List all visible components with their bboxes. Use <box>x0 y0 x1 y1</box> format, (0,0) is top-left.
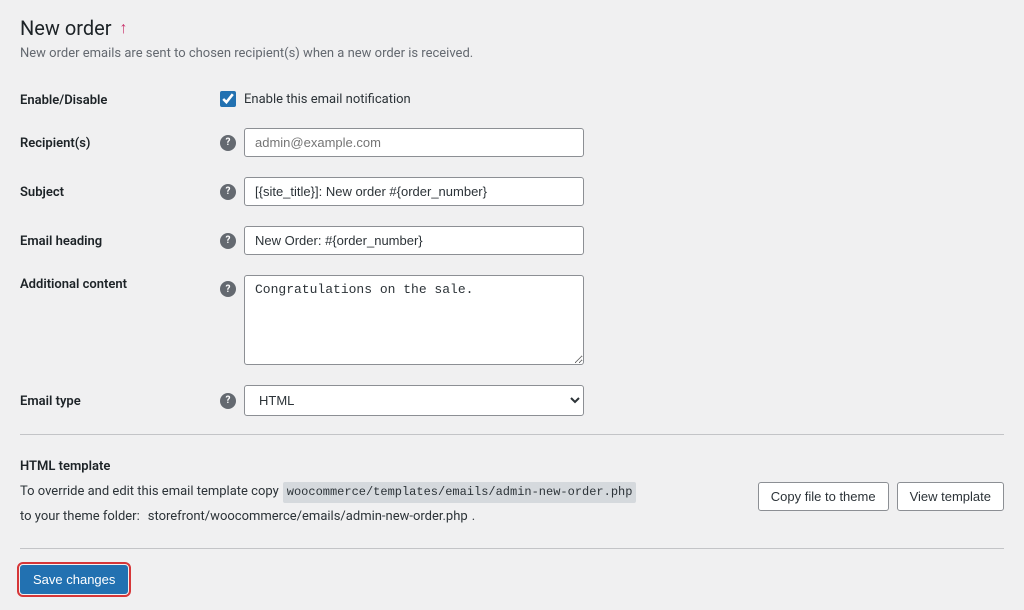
save-section: Save changes <box>20 548 1004 594</box>
additional-content-textarea[interactable]: Congratulations on the sale. <box>244 275 584 365</box>
template-buttons: Copy file to theme View template <box>758 482 1004 511</box>
subject-label: Subject <box>20 167 220 216</box>
template-area: To override and edit this email template… <box>20 482 1004 528</box>
recipients-cell: ? <box>220 118 1004 167</box>
template-desc-prefix: To override and edit this email template… <box>20 482 279 503</box>
checkbox-row: Enable this email notification <box>220 91 1004 107</box>
email-heading-cell: ? <box>220 216 1004 265</box>
additional-content-cell: ? Congratulations on the sale. <box>220 265 1004 375</box>
view-template-button[interactable]: View template <box>897 482 1004 511</box>
enable-disable-label: Enable/Disable <box>20 81 220 118</box>
email-heading-input[interactable] <box>244 226 584 255</box>
additional-content-help-icon[interactable]: ? <box>220 281 236 297</box>
email-type-row: Email type ? HTML Plain text Multipart <box>20 375 1004 426</box>
template-section: HTML template To override and edit this … <box>20 443 1004 528</box>
template-section-title: HTML template <box>20 459 1004 474</box>
additional-content-label: Additional content <box>20 265 220 375</box>
title-row: New order ↑ <box>20 16 1004 40</box>
additional-content-input-wrapper: ? Congratulations on the sale. <box>220 275 1004 365</box>
email-type-cell: ? HTML Plain text Multipart <box>220 375 1004 426</box>
page-description: New order emails are sent to chosen reci… <box>20 46 1004 61</box>
recipients-row: Recipient(s) ? <box>20 118 1004 167</box>
copy-file-to-theme-button[interactable]: Copy file to theme <box>758 482 889 511</box>
subject-input-wrapper: ? <box>220 177 1004 206</box>
upload-icon[interactable]: ↑ <box>120 18 128 38</box>
email-heading-help-icon[interactable]: ? <box>220 233 236 249</box>
template-description: To override and edit this email template… <box>20 482 720 528</box>
enable-checkbox[interactable] <box>220 91 236 107</box>
form-table: Enable/Disable Enable this email notific… <box>20 81 1004 426</box>
subject-row: Subject ? <box>20 167 1004 216</box>
subject-input[interactable] <box>244 177 584 206</box>
enable-disable-row: Enable/Disable Enable this email notific… <box>20 81 1004 118</box>
template-desc-middle: to your theme folder: <box>20 507 140 528</box>
email-type-help-icon[interactable]: ? <box>220 393 236 409</box>
email-heading-row: Email heading ? <box>20 216 1004 265</box>
template-file-path: woocommerce/templates/emails/admin-new-o… <box>283 482 637 503</box>
recipients-input-wrapper: ? <box>220 128 1004 157</box>
recipients-help-icon[interactable]: ? <box>220 135 236 151</box>
template-theme-path: storefront/woocommerce/emails/admin-new-… <box>148 507 468 528</box>
divider <box>20 434 1004 435</box>
template-desc-suffix: . <box>472 507 475 528</box>
page-container: New order ↑ New order emails are sent to… <box>0 0 1024 610</box>
email-type-label: Email type <box>20 375 220 426</box>
email-heading-input-wrapper: ? <box>220 226 1004 255</box>
recipients-label: Recipient(s) <box>20 118 220 167</box>
save-changes-button[interactable]: Save changes <box>20 565 128 594</box>
recipients-input[interactable] <box>244 128 584 157</box>
page-title: New order <box>20 16 112 40</box>
checkbox-label: Enable this email notification <box>244 92 411 107</box>
email-heading-label: Email heading <box>20 216 220 265</box>
subject-cell: ? <box>220 167 1004 216</box>
email-type-input-wrapper: ? HTML Plain text Multipart <box>220 385 1004 416</box>
subject-help-icon[interactable]: ? <box>220 184 236 200</box>
email-type-select[interactable]: HTML Plain text Multipart <box>244 385 584 416</box>
enable-disable-cell: Enable this email notification <box>220 81 1004 118</box>
additional-content-row: Additional content ? Congratulations on … <box>20 265 1004 375</box>
